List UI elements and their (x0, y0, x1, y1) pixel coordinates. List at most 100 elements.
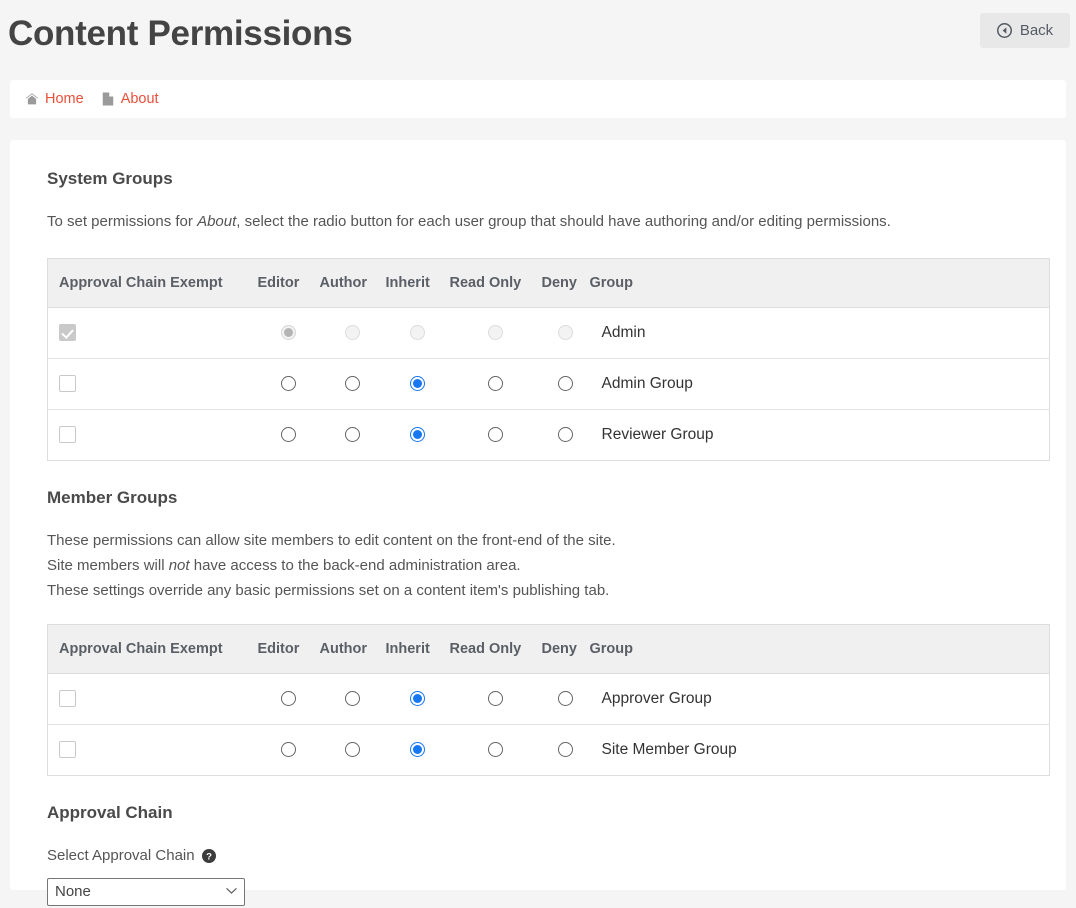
cell-inherit (385, 724, 450, 776)
permission-radio-editor[interactable] (281, 427, 296, 443)
permission-radio-inherit[interactable] (410, 376, 425, 392)
breadcrumb-label-about: About (120, 91, 159, 107)
permission-radio-editor[interactable] (281, 691, 296, 707)
radio-wrapper (281, 742, 296, 758)
radio-wrapper (410, 691, 425, 707)
question-circle-icon[interactable]: ? (201, 849, 216, 863)
cell-inherit (385, 358, 450, 410)
radio-wrapper (345, 325, 360, 341)
cell-deny (541, 409, 590, 461)
table-row: Admin (48, 308, 1050, 359)
column-header-editor: Editor (257, 258, 320, 308)
radio-wrapper (558, 325, 573, 341)
cell-author (319, 358, 386, 410)
member-groups-table-body: Approver Group Site Member Group (47, 674, 1050, 776)
approval-chain-select-label: Select Approval Chain ? (47, 846, 1048, 866)
permission-radio-author[interactable] (345, 427, 360, 443)
radio-wrapper (488, 376, 503, 392)
approval-chain-exempt-checkbox[interactable] (59, 690, 76, 708)
column-header-deny: Deny (541, 258, 590, 308)
radio-wrapper (410, 325, 425, 341)
svg-text:?: ? (206, 852, 212, 863)
permission-radio-inherit[interactable] (410, 742, 425, 758)
home-icon (25, 92, 39, 106)
permission-radio-author[interactable] (345, 376, 360, 392)
permission-radio-read-only[interactable] (488, 691, 503, 707)
permission-radio-author[interactable] (345, 691, 360, 707)
column-header-author: Author (319, 624, 386, 674)
column-header-group: Group (589, 258, 1050, 308)
cell-approval-chain-exempt (48, 308, 258, 359)
table-row: Reviewer Group (47, 409, 1050, 461)
permission-radio-read-only[interactable] (488, 742, 503, 758)
permission-radio-inherit (410, 325, 425, 341)
breadcrumb-item-home[interactable]: Home (25, 91, 84, 107)
permission-radio-inherit[interactable] (410, 427, 425, 443)
cell-editor (257, 409, 320, 461)
cell-author (320, 674, 386, 725)
approval-chain-exempt-checkbox[interactable] (59, 426, 76, 444)
breadcrumb-item-about[interactable]: About (101, 91, 159, 107)
system-groups-description: To set permissions for About, select the… (47, 209, 1048, 234)
page-title: Content Permissions (8, 14, 353, 53)
cell-inherit (386, 674, 450, 725)
approval-chain-select[interactable]: None (47, 878, 245, 906)
radio-wrapper (345, 691, 360, 707)
permission-radio-deny[interactable] (558, 376, 573, 392)
permission-radio-deny[interactable] (558, 691, 573, 707)
approval-chain-exempt-checkbox[interactable] (59, 375, 76, 393)
column-header-group: Group (589, 624, 1050, 674)
radio-wrapper (558, 427, 573, 443)
radio-wrapper (345, 376, 360, 392)
approval-chain-exempt-checkbox (59, 324, 76, 342)
cell-group-name: Reviewer Group (589, 409, 1050, 461)
radio-wrapper (410, 427, 425, 443)
permission-radio-inherit[interactable] (410, 691, 425, 707)
permission-radio-deny[interactable] (558, 427, 573, 443)
member-groups-description-line2-prefix: Site members will (47, 557, 169, 574)
cell-editor (257, 724, 320, 776)
permission-radio-read-only[interactable] (488, 376, 503, 392)
member-groups-description-line2-emphasis: not (168, 557, 190, 574)
cell-group-name: Admin Group (589, 358, 1050, 410)
breadcrumb: Home About (10, 80, 1066, 118)
cell-read-only (449, 409, 542, 461)
permission-radio-author[interactable] (345, 742, 360, 758)
radio-wrapper (558, 376, 573, 392)
member-groups-description-line1: These permissions can allow site members… (47, 532, 616, 549)
cell-approval-chain-exempt (47, 724, 258, 776)
cell-read-only (449, 358, 542, 410)
cell-deny (542, 308, 590, 359)
approval-chain-exempt-checkbox[interactable] (59, 741, 76, 759)
cell-approval-chain-exempt (48, 674, 258, 725)
column-header-inherit: Inherit (385, 258, 450, 308)
system-groups-table-body: Admin Admin Group Reviewer Group (47, 308, 1050, 461)
table-row: Approver Group (48, 674, 1050, 725)
permission-radio-editor (281, 325, 296, 341)
system-groups-heading: System Groups (47, 169, 173, 188)
radio-wrapper (558, 742, 573, 758)
cell-inherit (386, 308, 450, 359)
back-button[interactable]: Back (980, 13, 1070, 48)
cell-read-only (450, 674, 542, 725)
system-groups-table: Approval Chain Exempt Editor Author Inhe… (47, 258, 1050, 461)
permission-radio-editor[interactable] (281, 376, 296, 392)
cell-read-only (450, 308, 542, 359)
approval-chain-label-text: Select Approval Chain (47, 847, 195, 864)
column-header-author: Author (319, 258, 386, 308)
file-icon (101, 92, 115, 106)
system-groups-description-emphasis: About (197, 213, 237, 230)
breadcrumb-label-home: Home (45, 91, 84, 107)
cell-author (320, 308, 386, 359)
member-groups-description-line3: These settings override any basic permis… (47, 582, 610, 599)
radio-wrapper (488, 325, 503, 341)
permission-radio-deny[interactable] (558, 742, 573, 758)
permission-radio-read-only[interactable] (488, 427, 503, 443)
cell-group-name: Admin (601, 324, 646, 341)
content-panel: System Groups To set permissions for Abo… (10, 140, 1066, 906)
permission-radio-editor[interactable] (281, 742, 296, 758)
cell-inherit (385, 409, 450, 461)
radio-wrapper (558, 691, 573, 707)
radio-wrapper (488, 691, 503, 707)
cell-deny (541, 358, 590, 410)
